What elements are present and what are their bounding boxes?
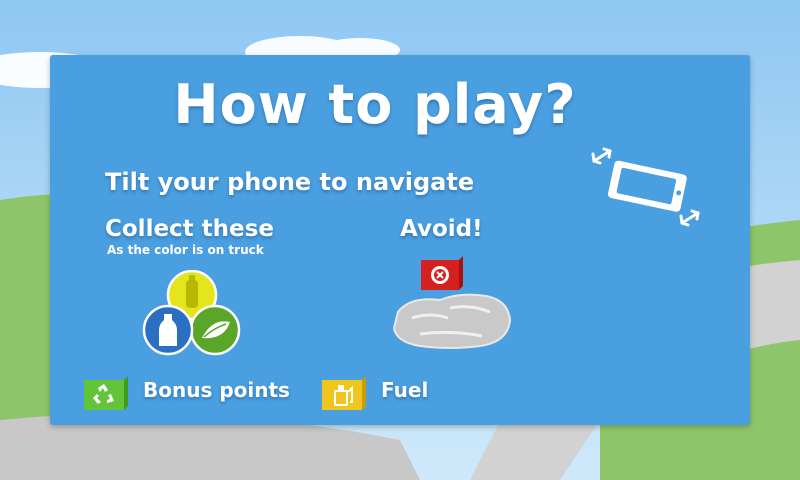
blue-bottle-icon bbox=[142, 304, 194, 356]
fuel-label: Fuel bbox=[381, 378, 429, 402]
bonus-points-label: Bonus points bbox=[143, 378, 290, 402]
collect-subtext: As the color is on truck bbox=[107, 243, 264, 257]
avoid-heading: Avoid! bbox=[400, 216, 483, 242]
panel-title: How to play? bbox=[173, 73, 577, 136]
red-block-icon bbox=[421, 256, 463, 290]
recycle-box-icon bbox=[84, 376, 128, 410]
tilt-phone-icon bbox=[591, 147, 700, 227]
collect-heading: Collect these bbox=[105, 216, 274, 242]
rock-obstacle-icon bbox=[392, 293, 512, 349]
collect-items bbox=[142, 270, 241, 356]
fuel-can-icon bbox=[322, 376, 366, 410]
tilt-instruction: Tilt your phone to navigate bbox=[105, 168, 475, 196]
green-leaf-icon bbox=[189, 304, 241, 356]
